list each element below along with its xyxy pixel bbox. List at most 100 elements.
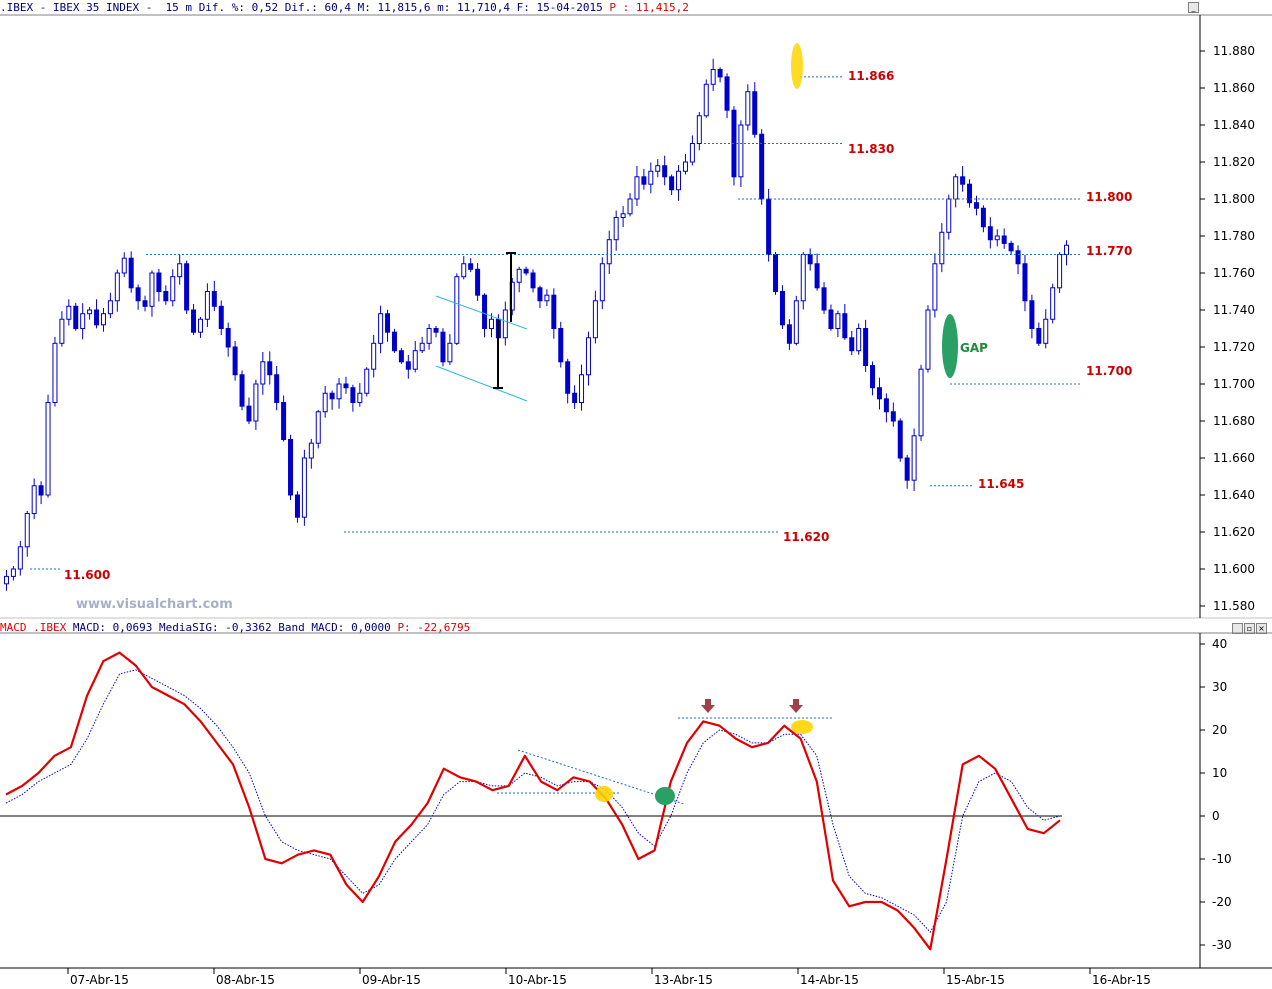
candle-body xyxy=(1057,254,1063,289)
candle-body xyxy=(572,392,578,403)
macd-tick-label: 40 xyxy=(1212,637,1227,651)
candle-body xyxy=(849,337,855,352)
candle-body xyxy=(606,239,612,265)
candle-body xyxy=(149,272,155,307)
candle-body xyxy=(530,272,536,289)
candle-body xyxy=(253,383,259,422)
candle-body xyxy=(294,494,300,518)
price-tick-label: 11.860 xyxy=(1213,81,1255,95)
macd-tick-label: 20 xyxy=(1212,723,1227,737)
candle-body xyxy=(211,291,217,307)
watermark-text: www.visualchart.com xyxy=(76,597,233,612)
candle-body xyxy=(821,287,827,311)
candle-body xyxy=(114,272,120,302)
candle-body xyxy=(786,324,792,344)
date-tick-label: 16-Abr-15 xyxy=(1092,973,1151,987)
candle-body xyxy=(308,442,314,459)
candle-body xyxy=(592,300,598,339)
channel-line-lower xyxy=(435,365,528,402)
date-tick-label: 14-Abr-15 xyxy=(800,973,859,987)
candle-body xyxy=(1008,242,1014,252)
candle-body xyxy=(184,263,190,311)
price-tick-label: 11.740 xyxy=(1213,303,1255,317)
candle-body xyxy=(717,69,723,78)
candle-body xyxy=(454,276,460,344)
price-tick-label: 11.720 xyxy=(1213,340,1255,354)
candle-body xyxy=(267,361,273,376)
price-tick-label: 11.580 xyxy=(1213,599,1255,613)
candle-body xyxy=(807,254,813,265)
candle-body xyxy=(620,213,626,219)
level-label: 11.700 xyxy=(1086,364,1132,378)
candle-body xyxy=(239,374,245,407)
candle-body xyxy=(987,226,993,241)
candle-body xyxy=(648,170,654,185)
candle-body xyxy=(1050,287,1056,320)
candle-body xyxy=(1064,244,1070,255)
price-tick-label: 11.660 xyxy=(1213,451,1255,465)
macd-yellow-marker xyxy=(791,720,813,734)
candle-body xyxy=(579,374,585,403)
candle-body xyxy=(371,342,377,370)
price-tick-label: 11.640 xyxy=(1213,488,1255,502)
candle-body xyxy=(426,328,432,344)
candle-body xyxy=(73,305,79,329)
price-tick-label: 11.840 xyxy=(1213,118,1255,132)
candle-body xyxy=(1036,328,1042,344)
candle-body xyxy=(142,300,148,307)
candle-body xyxy=(315,411,321,444)
candle-body xyxy=(364,368,370,394)
candle-body xyxy=(191,309,197,333)
candle-body xyxy=(1029,300,1035,329)
candle-body xyxy=(80,313,86,330)
candle-body xyxy=(766,198,772,255)
candle-body xyxy=(10,568,16,577)
price-tick-label: 11.820 xyxy=(1213,155,1255,169)
candle-body xyxy=(814,263,820,289)
candle-body xyxy=(842,313,848,339)
candle-body xyxy=(939,231,945,265)
candle-body xyxy=(433,328,439,333)
candle-body xyxy=(461,263,467,278)
candle-body xyxy=(897,420,903,459)
down-arrow-icon xyxy=(789,699,803,713)
level-label: 11.800 xyxy=(1086,190,1132,204)
candle-body xyxy=(613,217,619,241)
candle-body xyxy=(475,268,481,296)
candle-body xyxy=(863,328,869,366)
macd-yellow-marker xyxy=(595,786,613,802)
candle-body xyxy=(197,318,203,333)
candle-body xyxy=(904,457,910,481)
candle-body xyxy=(87,309,93,315)
candle-body xyxy=(537,287,543,302)
candle-body xyxy=(177,263,183,278)
macd-tick-label: -20 xyxy=(1212,895,1232,909)
candle-body xyxy=(281,402,287,440)
candle-body xyxy=(135,287,141,302)
candle-body xyxy=(828,309,834,329)
candle-body xyxy=(980,207,986,228)
level-label: 11.600 xyxy=(64,568,110,582)
candle-body xyxy=(274,374,280,403)
candle-body xyxy=(925,309,931,370)
candle-body xyxy=(890,411,896,422)
candle-body xyxy=(52,342,58,403)
level-label: 11.770 xyxy=(1086,244,1132,258)
candle-body xyxy=(994,235,1000,241)
candle-body xyxy=(703,83,709,117)
candle-body xyxy=(38,485,44,496)
price-tick-label: 11.780 xyxy=(1213,229,1255,243)
candle-body xyxy=(738,124,744,178)
down-arrow-icon xyxy=(701,699,715,713)
candle-body xyxy=(662,165,668,178)
candle-body xyxy=(419,342,425,352)
candle-body xyxy=(918,368,924,437)
candle-body xyxy=(31,485,37,514)
candle-body xyxy=(710,69,716,85)
candle-body xyxy=(100,313,106,326)
candle-body xyxy=(523,268,529,274)
candle-body xyxy=(301,457,307,518)
candle-body xyxy=(156,272,162,292)
candle-body xyxy=(3,575,9,585)
candle-body xyxy=(288,439,294,496)
